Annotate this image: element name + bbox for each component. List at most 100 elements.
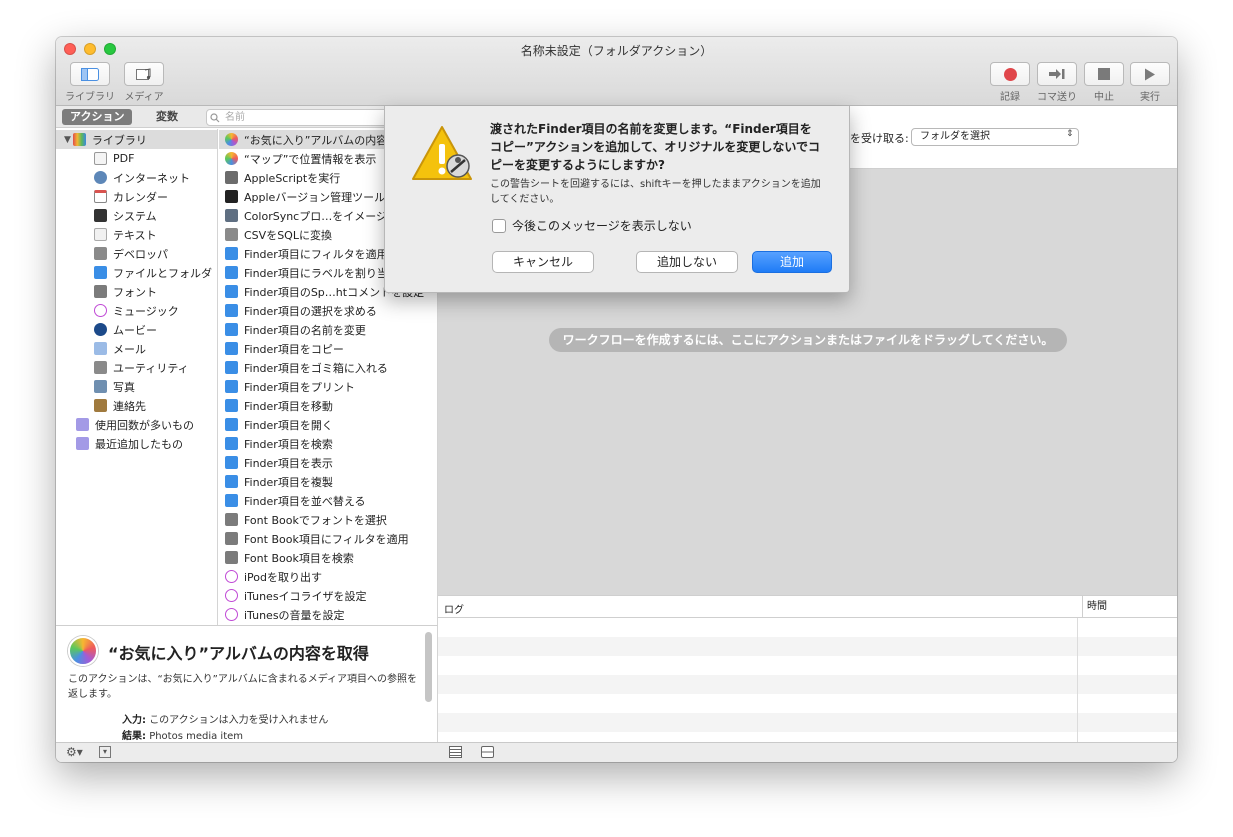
globe-icon <box>94 171 107 184</box>
media-button[interactable] <box>124 62 164 86</box>
step-button[interactable] <box>1037 62 1077 86</box>
library-item-recently-added[interactable]: 最近追加したもの <box>56 434 217 453</box>
library-item-mail[interactable]: メール <box>56 339 217 358</box>
tools-icon <box>225 228 238 241</box>
music-icon <box>225 608 238 621</box>
time-column-header[interactable]: 時間 <box>1082 596 1107 618</box>
dont-show-again-checkbox[interactable]: 今後このメッセージを表示しない <box>492 217 692 234</box>
tools-icon <box>94 247 107 260</box>
maps-icon <box>225 152 238 165</box>
action-item[interactable]: Finder項目を移動 <box>219 396 437 415</box>
action-item[interactable]: iPodを取り出す <box>219 567 437 586</box>
finder-icon <box>94 266 107 279</box>
action-item[interactable]: Font Bookでフォントを選択 <box>219 510 437 529</box>
action-item[interactable]: Font Book項目を検索 <box>219 548 437 567</box>
log-row <box>438 618 1177 637</box>
window-title: 名称未設定（フォルダアクション） <box>520 44 713 58</box>
library-item-text[interactable]: テキスト <box>56 225 217 244</box>
finder-icon <box>225 437 238 450</box>
finder-icon <box>225 418 238 431</box>
search-icon <box>210 113 220 123</box>
log-row <box>438 713 1177 732</box>
action-item[interactable]: Finder項目の名前を変更 <box>219 320 437 339</box>
action-item[interactable]: Finder項目をゴミ箱に入れる <box>219 358 437 377</box>
library-item-files-folders[interactable]: ファイルとフォルダ <box>56 263 217 282</box>
log-row <box>438 656 1177 675</box>
stop-button[interactable] <box>1084 62 1124 86</box>
photos-app-icon <box>225 133 238 146</box>
library-item-contacts[interactable]: 連絡先 <box>56 396 217 415</box>
terminal-icon <box>225 190 238 203</box>
library-item-pdf[interactable]: PDF <box>56 149 217 168</box>
action-item[interactable]: Font Book項目にフィルタを適用 <box>219 529 437 548</box>
colorsync-icon <box>225 209 238 222</box>
action-item[interactable]: Finder項目を検索 <box>219 434 437 453</box>
log-column-header[interactable]: ログ <box>444 601 464 616</box>
log-row <box>438 694 1177 713</box>
library-item-movies[interactable]: ムービー <box>56 320 217 339</box>
media-label: メディア <box>124 92 164 103</box>
finder-icon <box>225 456 238 469</box>
action-item[interactable]: iTunesの音量を設定 <box>219 605 437 624</box>
gear-icon[interactable]: ⚙▾ <box>66 745 83 759</box>
action-item[interactable]: Finder項目を複製 <box>219 472 437 491</box>
text-icon <box>94 228 107 241</box>
alert-title: 渡されたFinder項目の名前を変更します。“Finder項目をコピー”アクショ… <box>490 122 820 172</box>
receive-label: を受け取る: <box>850 132 909 145</box>
list-view-icon[interactable] <box>449 746 462 758</box>
action-description-pane: “お気に入り”アルバムの内容を取得 このアクションは、“お気に入り”アルバムに含… <box>56 625 438 742</box>
finder-icon <box>225 304 238 317</box>
split-view-icon[interactable] <box>481 746 494 758</box>
photo-icon <box>94 380 107 393</box>
action-item[interactable]: Finder項目をコピー <box>219 339 437 358</box>
tab-variables[interactable]: 変数 <box>148 109 186 125</box>
description-scrollbar[interactable] <box>425 632 432 702</box>
library-toggle-label: ライブラリ <box>65 92 115 103</box>
cancel-button[interactable]: キャンセル <box>492 251 594 273</box>
action-item[interactable]: Finder項目を表示 <box>219 453 437 472</box>
library-item-most-used[interactable]: 使用回数が多いもの <box>56 415 217 434</box>
description-result: 結果: Photos media item <box>122 731 244 742</box>
font-book-icon <box>225 532 238 545</box>
checkbox[interactable] <box>492 218 506 233</box>
finder-icon <box>225 247 238 260</box>
library-item-photos[interactable]: 写真 <box>56 377 217 396</box>
action-item[interactable]: Finder項目を開く <box>219 415 437 434</box>
action-item[interactable]: iTunesイコライザを設定 <box>219 586 437 605</box>
description-toggle-icon[interactable]: ▾ <box>99 746 111 758</box>
library-item-calendar[interactable]: カレンダー <box>56 187 217 206</box>
description-title: “お気に入り”アルバムの内容を取得 <box>108 644 369 663</box>
record-button[interactable] <box>990 62 1030 86</box>
alert-sheet: 渡されたFinder項目の名前を変更します。“Finder項目をコピー”アクショ… <box>384 106 850 293</box>
action-item[interactable]: Finder項目の選択を求める <box>219 301 437 320</box>
action-item[interactable]: Finder項目をプリント <box>219 377 437 396</box>
library-item-fonts[interactable]: フォント <box>56 282 217 301</box>
library-toggle-button[interactable] <box>70 62 110 86</box>
tab-actions[interactable]: アクション <box>62 109 133 125</box>
folder-select[interactable]: フォルダを選択 <box>911 128 1079 146</box>
log-row <box>438 637 1177 656</box>
library-item-music[interactable]: ミュージック <box>56 301 217 320</box>
dont-add-button[interactable]: 追加しない <box>636 251 738 273</box>
music-icon <box>225 589 238 602</box>
finder-icon <box>225 266 238 279</box>
action-item[interactable]: Finder項目を並べ替える <box>219 491 437 510</box>
add-button[interactable]: 追加 <box>752 251 832 273</box>
library-item-internet[interactable]: インターネット <box>56 168 217 187</box>
run-button[interactable] <box>1130 62 1170 86</box>
library-item-system[interactable]: システム <box>56 206 217 225</box>
font-book-icon <box>225 513 238 526</box>
contacts-icon <box>94 399 107 412</box>
record-icon <box>1003 67 1017 81</box>
finder-icon <box>225 380 238 393</box>
library-tabs-bar: アクション 変数 名前 <box>56 106 438 128</box>
log-row <box>438 675 1177 694</box>
library-icon <box>72 133 86 146</box>
library-item-library[interactable]: ▼ ライブラリ <box>56 130 217 149</box>
library-item-developer[interactable]: デベロッパ <box>56 244 217 263</box>
photos-app-icon <box>68 636 98 666</box>
utilities-icon <box>94 361 107 374</box>
library-item-utilities[interactable]: ユーティリティ <box>56 358 217 377</box>
finder-icon <box>225 399 238 412</box>
finder-icon <box>225 361 238 374</box>
